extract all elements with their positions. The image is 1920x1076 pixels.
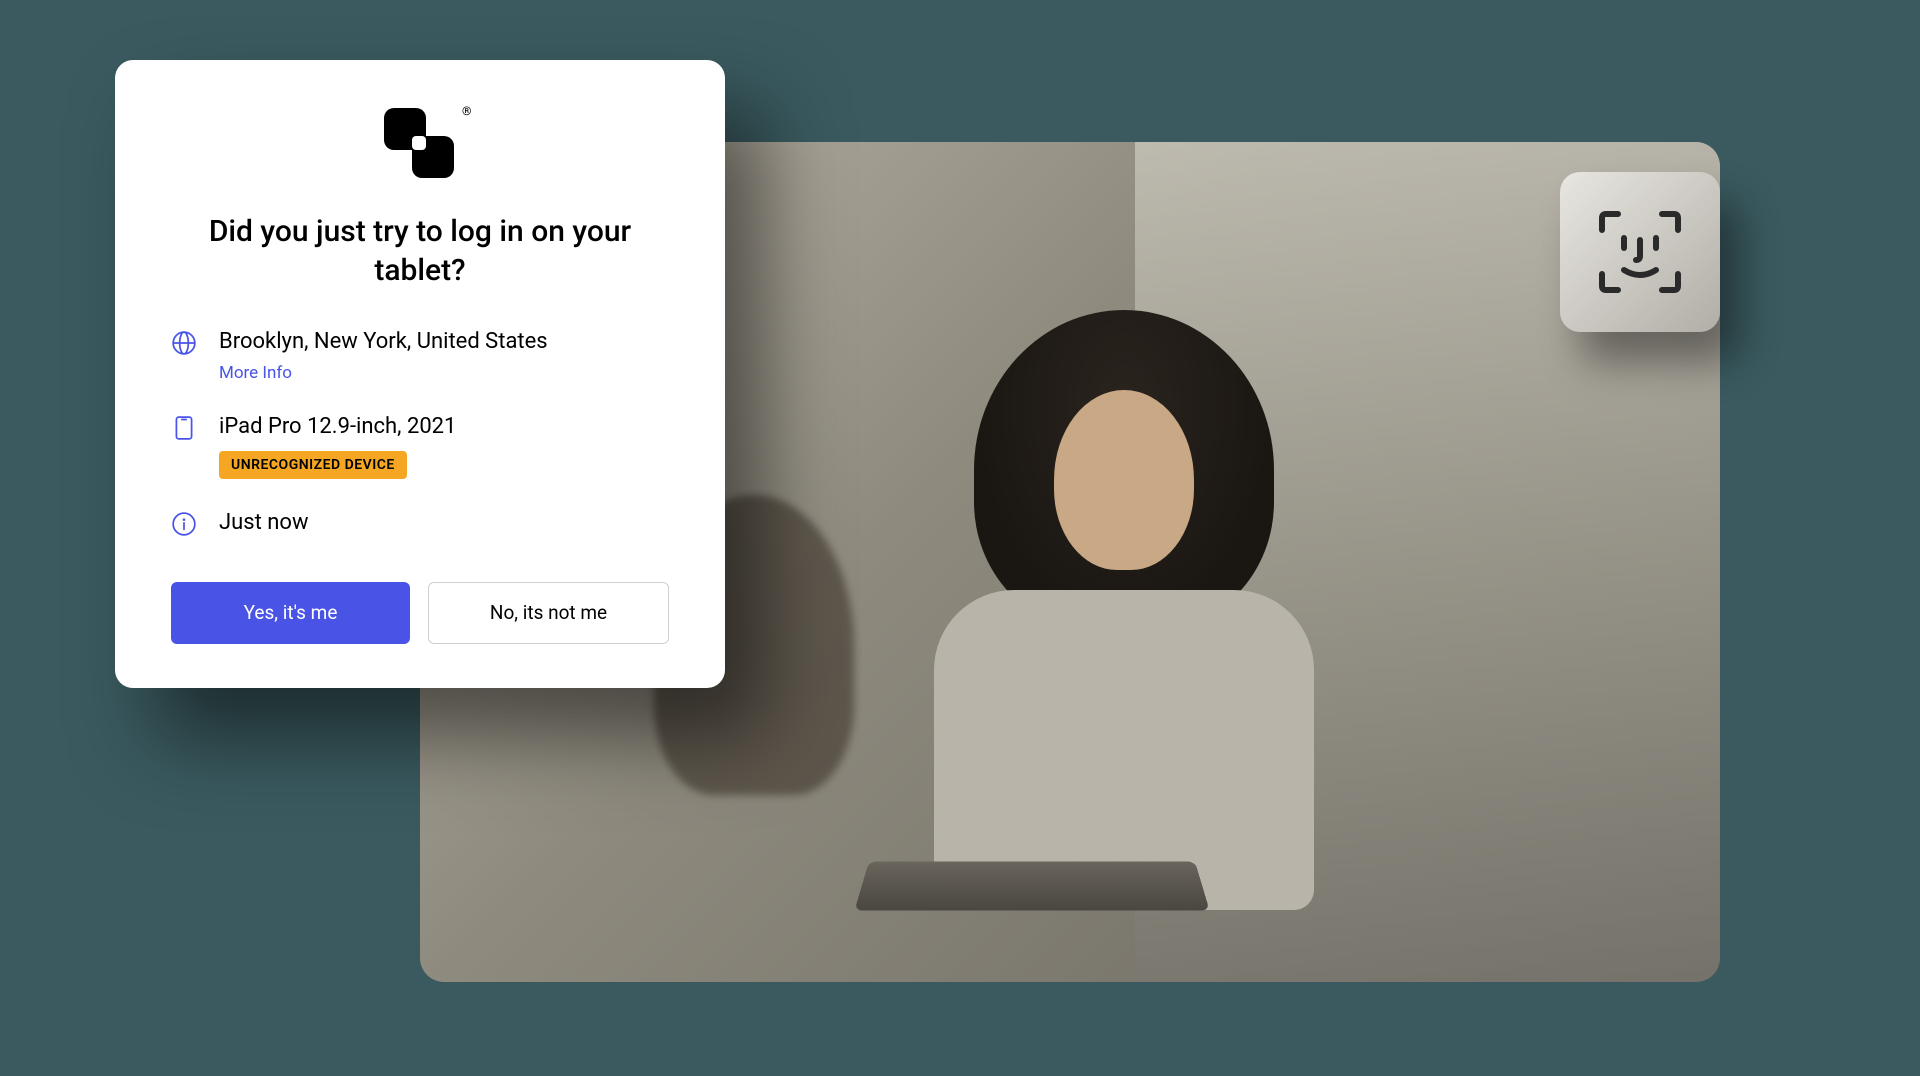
device-text: iPad Pro 12.9-inch, 2021 bbox=[219, 413, 669, 442]
faceid-badge bbox=[1560, 172, 1720, 332]
photo-person bbox=[914, 310, 1334, 910]
globe-icon bbox=[171, 330, 197, 356]
info-icon bbox=[171, 511, 197, 537]
confirm-button[interactable]: Yes, it's me bbox=[171, 582, 410, 644]
deny-button[interactable]: No, its not me bbox=[428, 582, 669, 644]
location-row: Brooklyn, New York, United States More I… bbox=[171, 328, 669, 383]
time-text: Just now bbox=[219, 509, 669, 538]
faceid-icon bbox=[1590, 202, 1690, 302]
brand-logo: ® bbox=[171, 108, 669, 184]
more-info-link[interactable]: More Info bbox=[219, 363, 292, 383]
tablet-icon bbox=[171, 415, 197, 441]
action-buttons: Yes, it's me No, its not me bbox=[171, 582, 669, 644]
unrecognized-device-badge: UNRECOGNIZED DEVICE bbox=[219, 451, 407, 479]
photo-tablet bbox=[854, 861, 1209, 910]
location-text: Brooklyn, New York, United States bbox=[219, 328, 669, 357]
device-row: iPad Pro 12.9-inch, 2021 UNRECOGNIZED DE… bbox=[171, 413, 669, 480]
card-heading: Did you just try to log in on your table… bbox=[171, 212, 669, 290]
login-verification-card: ® Did you just try to log in on your tab… bbox=[115, 60, 725, 688]
trademark-symbol: ® bbox=[462, 104, 471, 118]
time-row: Just now bbox=[171, 509, 669, 538]
